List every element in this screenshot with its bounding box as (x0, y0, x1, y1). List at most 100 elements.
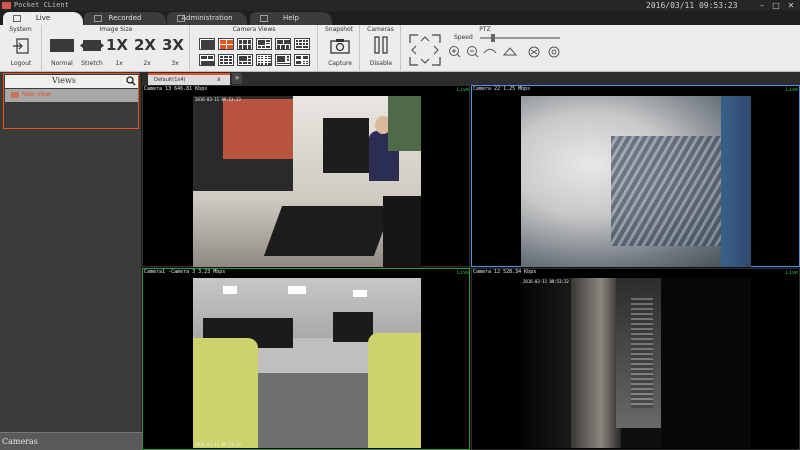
zoom-2x-label: 2x (143, 60, 151, 67)
stretch-icon (80, 40, 104, 51)
normal-button[interactable]: Normal (47, 35, 77, 69)
add-tab-button[interactable]: + (232, 73, 242, 84)
camera-timestamp: 2016-03-11 09:53:23 (195, 97, 241, 102)
layout-option-icon[interactable] (294, 54, 310, 66)
layout-cell (302, 60, 305, 62)
layout-cell (276, 44, 281, 49)
app-logo-icon (2, 2, 11, 9)
layout-option-icon[interactable] (218, 38, 234, 50)
tab-recorded[interactable]: Recorded (84, 12, 166, 25)
layout-option-icon[interactable] (256, 38, 272, 50)
layout-cell (257, 60, 260, 62)
app-title: Pocket CLient (14, 1, 69, 9)
layout-cell (266, 39, 271, 42)
camera-pane-13[interactable]: Camera 13 646.81 Kbps 2016-03-11 09:53:2… (142, 85, 470, 267)
search-icon[interactable] (126, 76, 136, 86)
disable-button[interactable]: Disable (365, 35, 397, 69)
stretch-button[interactable]: Stretch (77, 35, 107, 69)
layout-cell (238, 62, 242, 65)
layout-cell (295, 39, 298, 42)
speed-slider-thumb[interactable] (491, 34, 496, 42)
layout-cell (224, 58, 228, 62)
camera-pane-3[interactable]: Camera1 -Camera 3 3.23 Mbps 2016-03-11 0… (142, 268, 470, 450)
layout-cell (226, 44, 233, 49)
layout-option-icon[interactable] (218, 54, 234, 66)
camera-timestamp: 2016-03-11 09:53:23 (195, 442, 241, 447)
layout-option-icon[interactable] (275, 38, 291, 50)
group-title: System (9, 26, 32, 33)
layout-cell (306, 39, 309, 42)
iris-open-icon[interactable] (528, 46, 540, 58)
layout-cell (268, 58, 271, 60)
title-bar: Pocket CLient 2016/03/11 09:53:23 – □ ✕ (0, 0, 800, 11)
iris-close-icon[interactable] (548, 46, 560, 58)
speed-label: Speed (454, 34, 473, 41)
zoom-in-icon[interactable] (449, 46, 461, 58)
tab-live[interactable]: Live (3, 12, 83, 25)
view-tab-bar: Default(1x4) x + (142, 72, 800, 85)
layout-cell (257, 55, 260, 57)
zoom-1x-icon: 1X (106, 36, 129, 54)
speed-slider[interactable] (480, 34, 560, 42)
layout-cell (257, 58, 260, 60)
view-icon (11, 92, 19, 98)
clock: 2016/03/11 09:53:23 (646, 1, 738, 10)
zoom-out-icon[interactable] (467, 46, 479, 58)
close-tab-icon[interactable]: x (217, 76, 221, 83)
camera-grid: Camera 13 646.81 Kbps 2016-03-11 09:53:2… (142, 85, 800, 450)
layout-cell (261, 58, 264, 60)
layout-option-icon[interactable] (199, 38, 215, 50)
layout-cell (243, 39, 247, 44)
group-title: PTZ (479, 26, 491, 33)
live-indicator: Live (786, 270, 799, 276)
ptz-controls (448, 44, 566, 58)
layout-cell (264, 63, 267, 65)
tab-help[interactable]: Help (250, 12, 332, 25)
layout-cell (257, 45, 261, 49)
ptz-direction-pad[interactable] (408, 33, 442, 67)
maximize-icon[interactable]: □ (771, 1, 781, 10)
layout-cell (302, 42, 306, 46)
layout-option-icon[interactable] (237, 54, 253, 66)
zoom-1x-button[interactable]: 1X 1x (105, 35, 133, 69)
camera-pane-12[interactable]: Camera 12 528.34 Kbps 2016-03-11 09:53:2… (471, 268, 800, 450)
group-title: Image Size (99, 26, 133, 33)
zoom-3x-button[interactable]: 3X 3x (161, 35, 189, 69)
layout-cell (295, 55, 302, 60)
layout-cell (295, 42, 298, 46)
capture-button[interactable]: Capture (323, 35, 357, 69)
layout-cell (219, 39, 226, 44)
image-size-group: Image Size Normal Stretch 1X 1x 2X 2x 3X… (43, 25, 190, 72)
view-tab-default[interactable]: Default(1x4) x (148, 73, 230, 85)
layout-cell (219, 55, 224, 58)
layout-option-icon[interactable] (275, 54, 291, 66)
close-icon[interactable]: ✕ (786, 1, 796, 10)
layout-option-icon[interactable] (199, 54, 215, 66)
focus-far-icon[interactable] (502, 47, 518, 56)
cameras-panel-header[interactable]: Cameras (0, 432, 142, 450)
layout-cell (276, 55, 286, 62)
layout-cell (285, 44, 290, 49)
direction-pad-icon (409, 34, 441, 66)
focus-near-icon[interactable] (483, 48, 497, 54)
layout-option-icon[interactable] (294, 38, 310, 50)
layout-cell (302, 55, 309, 60)
layout-cell (228, 62, 233, 65)
video-feed (521, 96, 751, 267)
tab-administration[interactable]: Administration (167, 12, 247, 25)
logout-button[interactable]: Logout (8, 35, 34, 69)
layout-cell (224, 62, 228, 65)
views-panel: Views New view (3, 73, 139, 129)
camera-pane-22[interactable]: Camera 22 1.25 Mbps (471, 85, 800, 267)
layout-cell (283, 39, 290, 44)
minimize-icon[interactable]: – (757, 1, 767, 10)
view-list-item[interactable]: New view (5, 89, 138, 102)
video-feed (521, 278, 751, 448)
zoom-2x-button[interactable]: 2X 2x (133, 35, 161, 69)
logout-icon (13, 38, 29, 54)
layout-cell (257, 39, 265, 45)
normal-icon (50, 39, 74, 52)
layout-cell (219, 62, 224, 65)
layout-option-icon[interactable] (256, 54, 272, 66)
layout-option-icon[interactable] (237, 38, 253, 50)
